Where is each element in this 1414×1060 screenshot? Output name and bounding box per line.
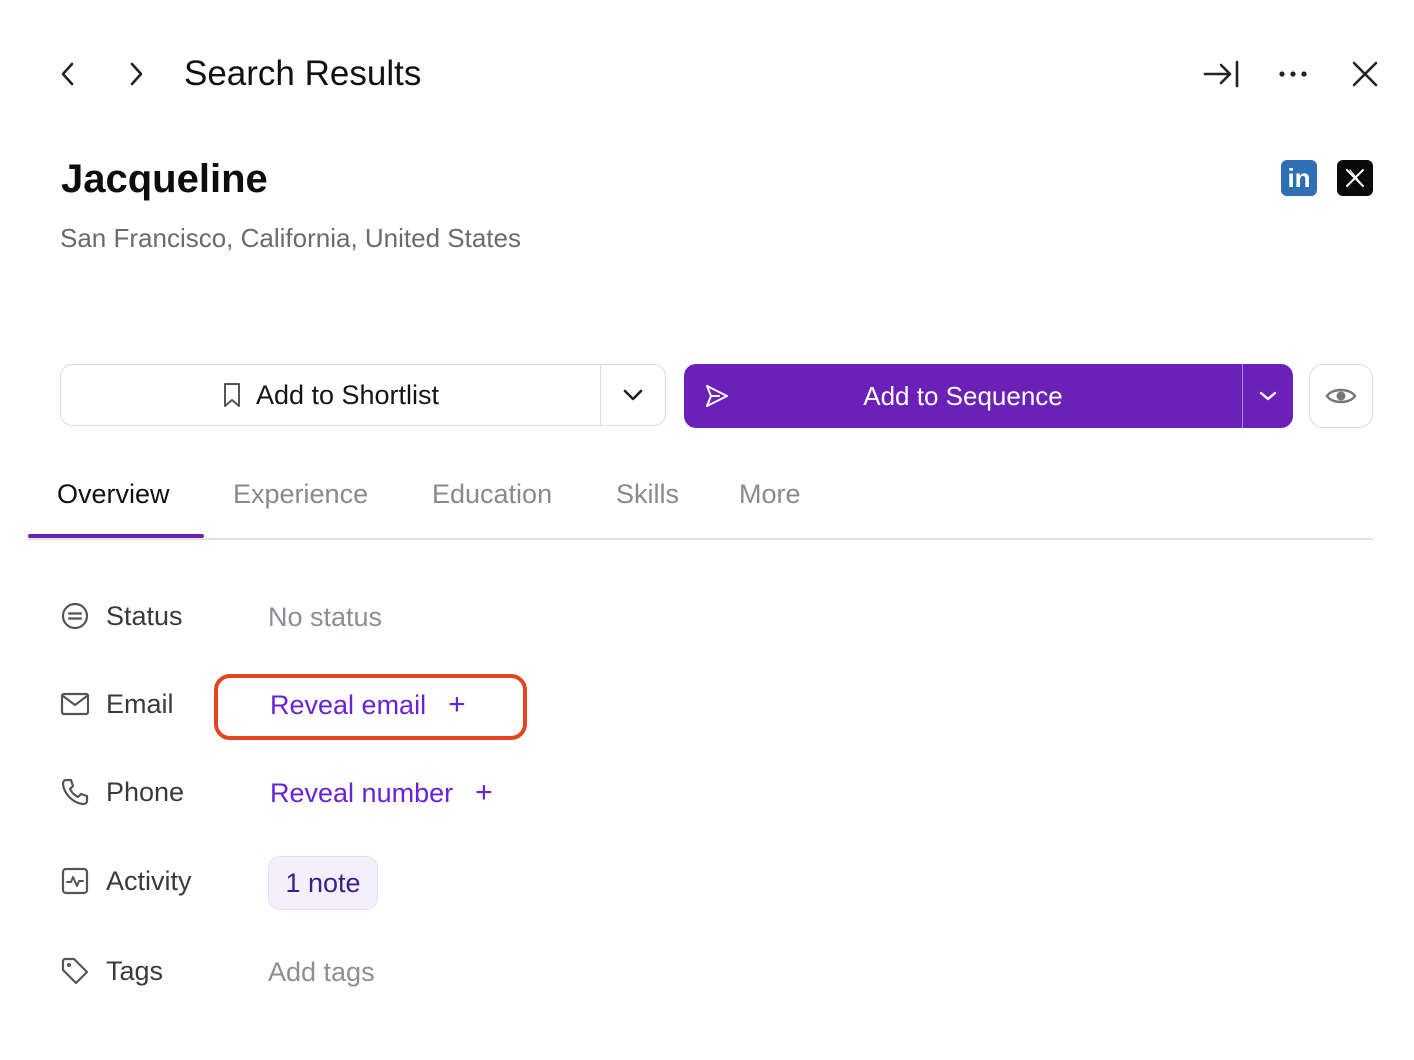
page-title: Search Results bbox=[184, 54, 422, 93]
tab-more[interactable]: More bbox=[739, 476, 801, 512]
reveal-number-label: Reveal number bbox=[270, 778, 454, 808]
activity-label: Activity bbox=[106, 866, 192, 896]
more-options-button[interactable] bbox=[1273, 54, 1313, 94]
add-to-shortlist-label: Add to Shortlist bbox=[255, 379, 440, 410]
collapse-panel-icon bbox=[1203, 60, 1239, 88]
reveal-email-button[interactable]: Reveal email + bbox=[270, 688, 466, 722]
send-icon bbox=[706, 385, 728, 407]
collapse-panel-button[interactable] bbox=[1201, 54, 1241, 94]
tag-icon bbox=[60, 956, 90, 986]
candidate-location: San Francisco, California, United States bbox=[60, 223, 521, 253]
add-tags-button[interactable]: Add tags bbox=[268, 955, 375, 989]
plus-icon: + bbox=[448, 688, 466, 721]
bookmark-icon bbox=[223, 383, 240, 407]
add-to-shortlist-button[interactable]: Add to Shortlist bbox=[61, 365, 600, 425]
mail-icon bbox=[60, 689, 90, 719]
chevron-right-icon bbox=[130, 62, 143, 86]
notes-count: 1 note bbox=[285, 867, 361, 898]
sequence-dropdown-button[interactable] bbox=[1242, 364, 1293, 428]
activity-icon bbox=[60, 866, 90, 896]
shortlist-button-group: Add to Shortlist bbox=[60, 364, 666, 426]
plus-icon: + bbox=[475, 776, 493, 809]
more-icon bbox=[1279, 71, 1307, 77]
tab-education[interactable]: Education bbox=[432, 476, 552, 512]
phone-label: Phone bbox=[106, 777, 185, 807]
shortlist-dropdown-button[interactable] bbox=[600, 365, 665, 425]
linkedin-glyph: in bbox=[1287, 162, 1311, 193]
close-button[interactable] bbox=[1345, 54, 1385, 94]
tags-label: Tags bbox=[106, 956, 164, 986]
sequence-button-group: Add to Sequence bbox=[684, 364, 1293, 428]
status-label: Status bbox=[106, 601, 183, 631]
view-button[interactable] bbox=[1309, 364, 1373, 428]
add-to-sequence-button[interactable]: Add to Sequence bbox=[684, 364, 1242, 428]
forward-button[interactable] bbox=[116, 54, 156, 94]
tab-experience[interactable]: Experience bbox=[233, 476, 368, 512]
tab-divider bbox=[28, 538, 1373, 540]
linkedin-icon[interactable]: in bbox=[1281, 160, 1317, 196]
chevron-down-icon bbox=[1259, 391, 1277, 401]
active-tab-indicator bbox=[28, 534, 204, 538]
status-icon bbox=[60, 601, 90, 631]
add-to-sequence-label: Add to Sequence bbox=[863, 380, 1063, 411]
chevron-down-icon bbox=[623, 389, 643, 401]
eye-icon bbox=[1325, 388, 1357, 404]
chevron-left-icon bbox=[61, 62, 74, 86]
back-button[interactable] bbox=[48, 54, 88, 94]
reveal-email-label: Reveal email bbox=[270, 690, 427, 720]
notes-badge[interactable]: 1 note bbox=[268, 856, 378, 910]
x-logo-icon[interactable] bbox=[1337, 160, 1373, 196]
reveal-number-button[interactable]: Reveal number + bbox=[270, 776, 493, 810]
close-icon bbox=[1352, 61, 1378, 87]
tab-overview[interactable]: Overview bbox=[57, 476, 170, 512]
email-label: Email bbox=[106, 689, 174, 719]
candidate-name: Jacqueline bbox=[61, 157, 268, 201]
x-glyph-icon bbox=[1346, 169, 1364, 187]
phone-icon bbox=[60, 777, 90, 807]
tab-skills[interactable]: Skills bbox=[616, 476, 679, 512]
status-value[interactable]: No status bbox=[268, 600, 382, 634]
